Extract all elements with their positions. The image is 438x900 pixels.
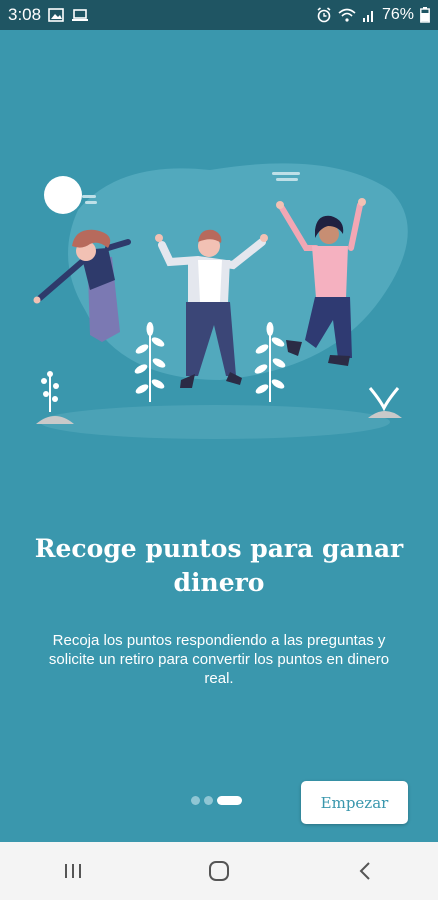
battery-icon (420, 7, 430, 23)
description-line-3: real. (204, 670, 234, 687)
page-dot-3-active[interactable] (217, 796, 242, 805)
back-button[interactable] (330, 842, 400, 900)
recent-apps-icon (65, 864, 81, 878)
sun-shape (44, 176, 82, 214)
home-button[interactable] (184, 842, 254, 900)
recent-apps-button[interactable] (38, 842, 108, 900)
signal-icon (362, 11, 373, 22)
page-dot-1[interactable] (191, 796, 200, 805)
laptop-icon (72, 9, 89, 21)
status-bar: 3:08 76% (0, 0, 438, 30)
onboarding-title: Recoge puntos para ganar dinero (20, 532, 418, 600)
description-line-1: Recoja los puntos respondiendo a las pre… (52, 632, 386, 649)
page-indicator (191, 796, 242, 805)
status-time: 3:08 (8, 5, 42, 24)
page-dot-2[interactable] (204, 796, 213, 805)
image-icon (48, 8, 64, 22)
system-nav-bar (0, 842, 438, 900)
battery-percent: 76% (381, 6, 414, 23)
wifi-icon (338, 8, 356, 22)
start-button[interactable]: Empezar (301, 781, 408, 824)
home-icon (209, 861, 229, 881)
description-line-2: solicite un retiro para convertir los pu… (48, 651, 390, 668)
back-icon (359, 862, 370, 880)
onboarding-illustration (33, 163, 408, 439)
title-line-2: dinero (173, 568, 265, 597)
background-blob (68, 163, 408, 380)
title-line-1: Recoge puntos para ganar (34, 534, 404, 563)
alarm-icon (317, 7, 331, 23)
ground-shape (40, 405, 390, 439)
onboarding-description: Recoja los puntos respondiendo a las pre… (30, 631, 408, 688)
right-plant (368, 387, 402, 418)
